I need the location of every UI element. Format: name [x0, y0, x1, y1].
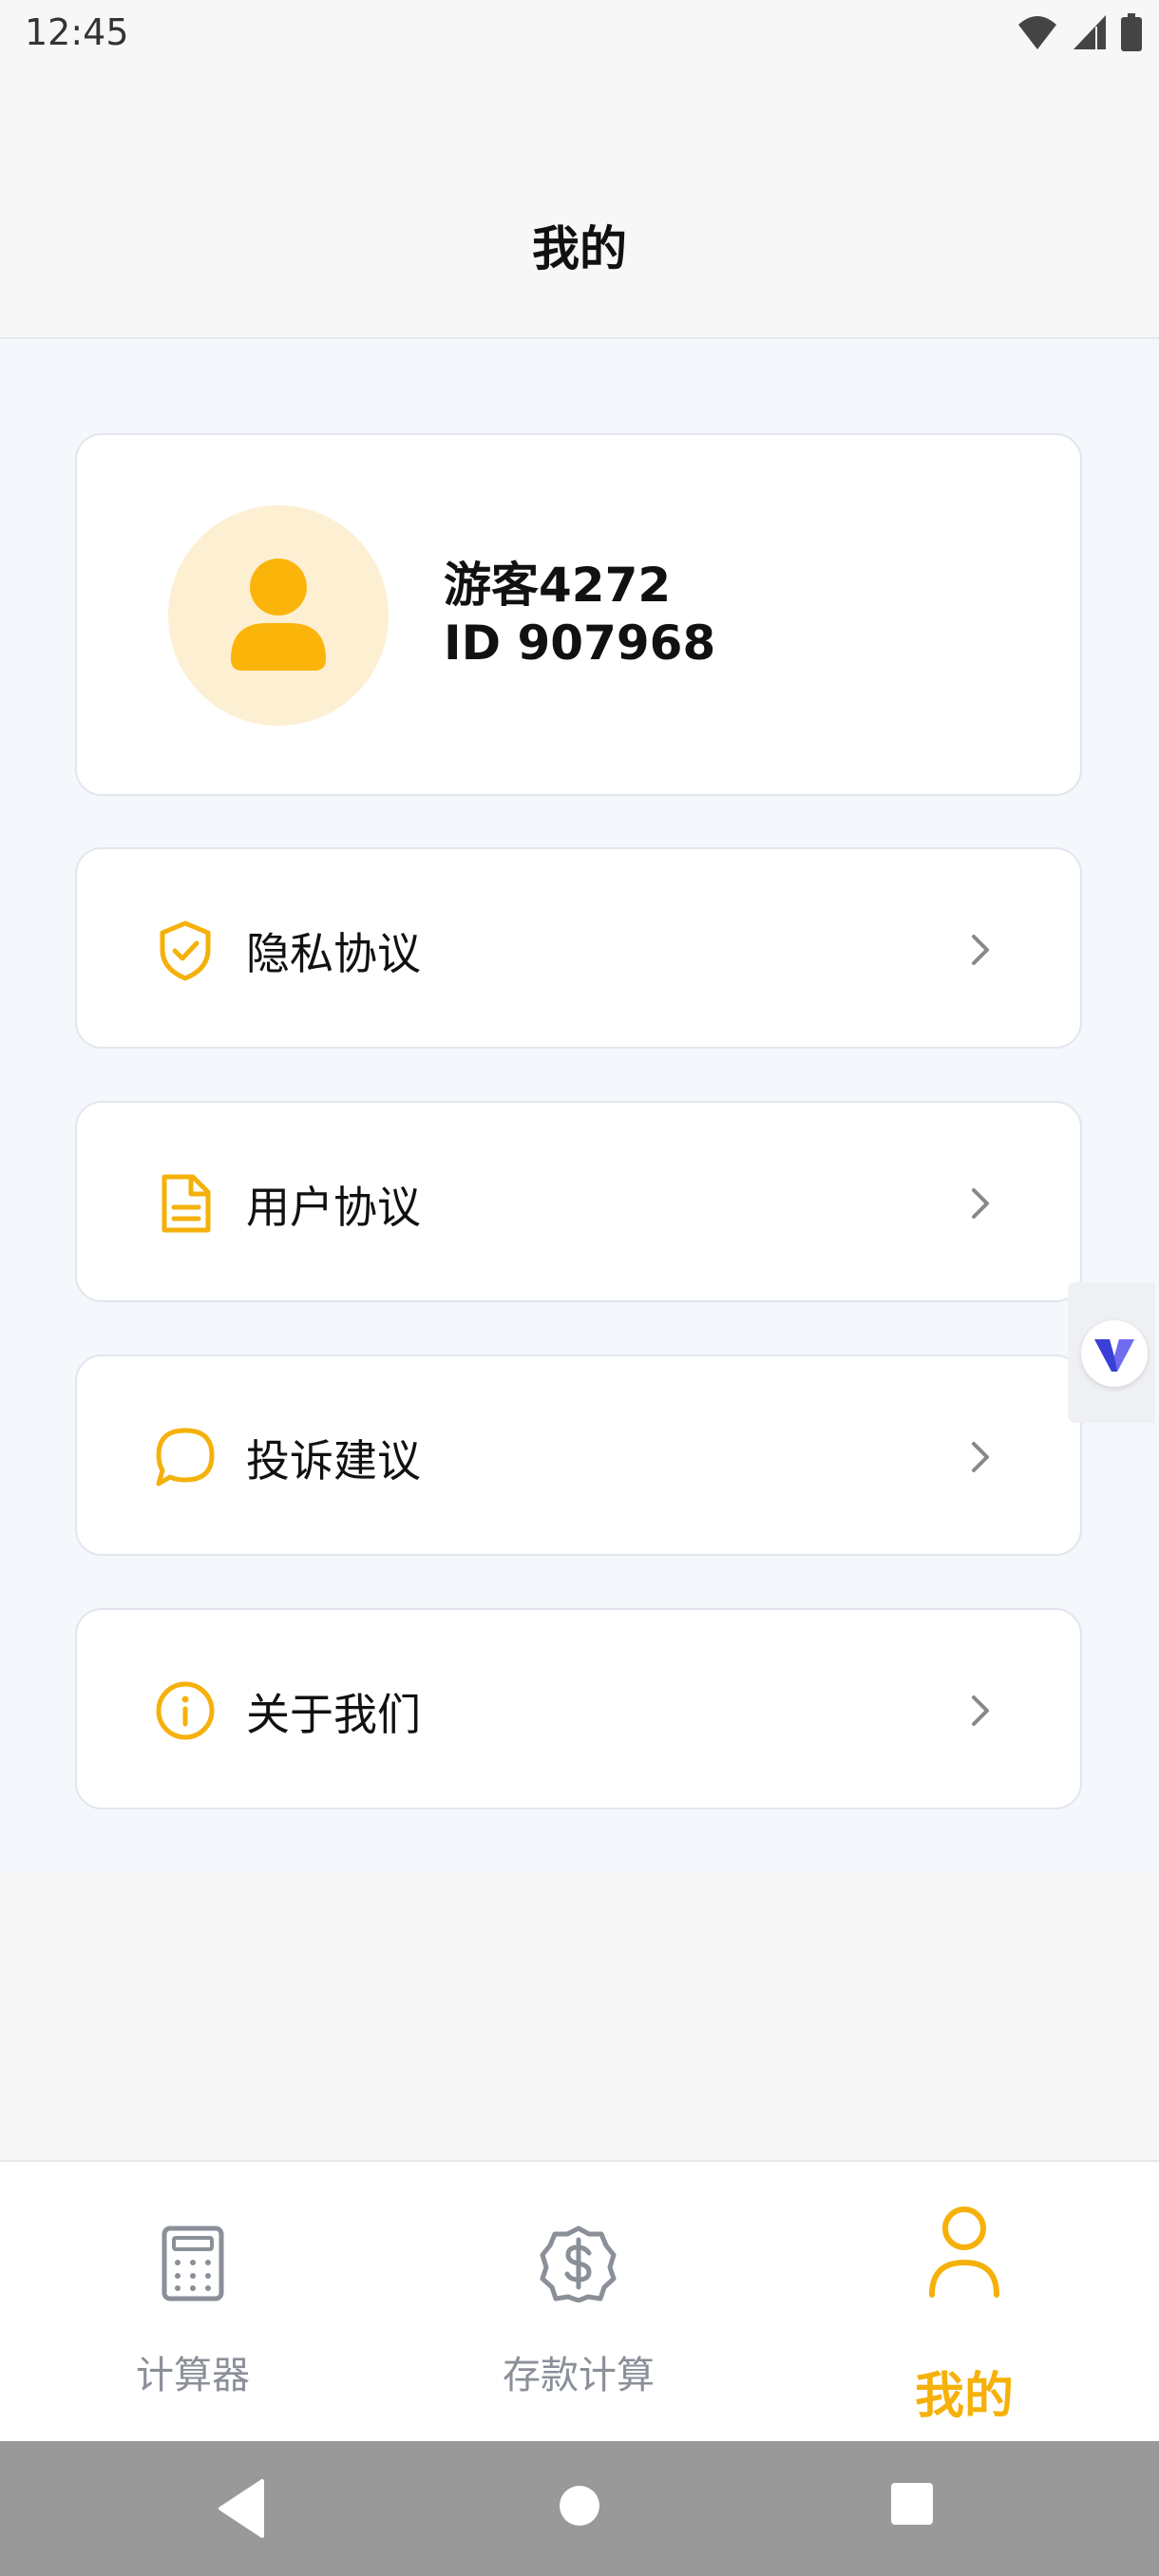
menu-item-feedback[interactable]: 投诉建议 [75, 1354, 1082, 1556]
shield-check-icon [160, 920, 211, 981]
status-time: 12:45 [25, 11, 129, 53]
profile-card[interactable]: 游客4272 ID 907968 [75, 433, 1082, 796]
back-icon[interactable] [217, 2475, 266, 2542]
tab-label: 计算器 [136, 2354, 250, 2397]
wifi-icon [1018, 16, 1056, 49]
chat-bubble-icon [156, 1428, 215, 1487]
recents-icon[interactable] [889, 2481, 935, 2527]
info-icon [156, 1681, 215, 1740]
battery-icon [1121, 13, 1142, 51]
main-content: 游客4272 ID 907968 隐私协议 用户协议 投诉建议 关于我们 [0, 339, 1159, 1873]
menu-item-label: 投诉建议 [246, 1435, 421, 1487]
system-nav-bar [0, 2441, 1159, 2576]
menu-item-user-agreement[interactable]: 用户协议 [75, 1101, 1082, 1302]
top-bar: 我的 [0, 68, 1159, 339]
home-icon[interactable] [557, 2483, 602, 2529]
profile-id: ID 907968 [444, 616, 716, 671]
chevron-right-icon [972, 1442, 989, 1472]
menu-item-privacy[interactable]: 隐私协议 [75, 847, 1082, 1049]
status-icons [1016, 13, 1142, 51]
tab-label: 存款计算 [503, 2354, 655, 2397]
assistant-icon-holder [1081, 1320, 1148, 1387]
avatar [168, 505, 389, 726]
cell-signal-icon [1074, 15, 1106, 49]
bottom-tab-bar: 计算器 存款计算 我的 [0, 2160, 1159, 2443]
profile-name: 游客4272 [444, 558, 672, 613]
status-bar: 12:45 [0, 0, 1159, 68]
dollar-badge-icon [540, 2226, 617, 2302]
tab-calculator[interactable]: 计算器 [0, 2162, 386, 2443]
person-icon [231, 559, 326, 671]
calculator-icon [162, 2226, 224, 2301]
menu-item-label: 关于我们 [246, 1689, 421, 1740]
floating-assistant-button[interactable] [1068, 1282, 1155, 1423]
chevron-right-icon [972, 1695, 989, 1726]
person-icon [929, 2207, 999, 2298]
page-title: 我的 [532, 221, 627, 276]
chevron-right-icon [972, 935, 989, 965]
menu-item-label: 隐私协议 [246, 928, 421, 979]
v-logo-icon [1094, 1339, 1134, 1372]
menu-item-label: 用户协议 [246, 1182, 421, 1233]
menu-item-about[interactable]: 关于我们 [75, 1608, 1082, 1809]
tab-label: 我的 [914, 2368, 1014, 2425]
tab-mine[interactable]: 我的 [771, 2162, 1157, 2443]
tab-deposit-calc[interactable]: 存款计算 [386, 2162, 771, 2443]
document-icon [162, 1174, 211, 1233]
chevron-right-icon [972, 1188, 989, 1219]
